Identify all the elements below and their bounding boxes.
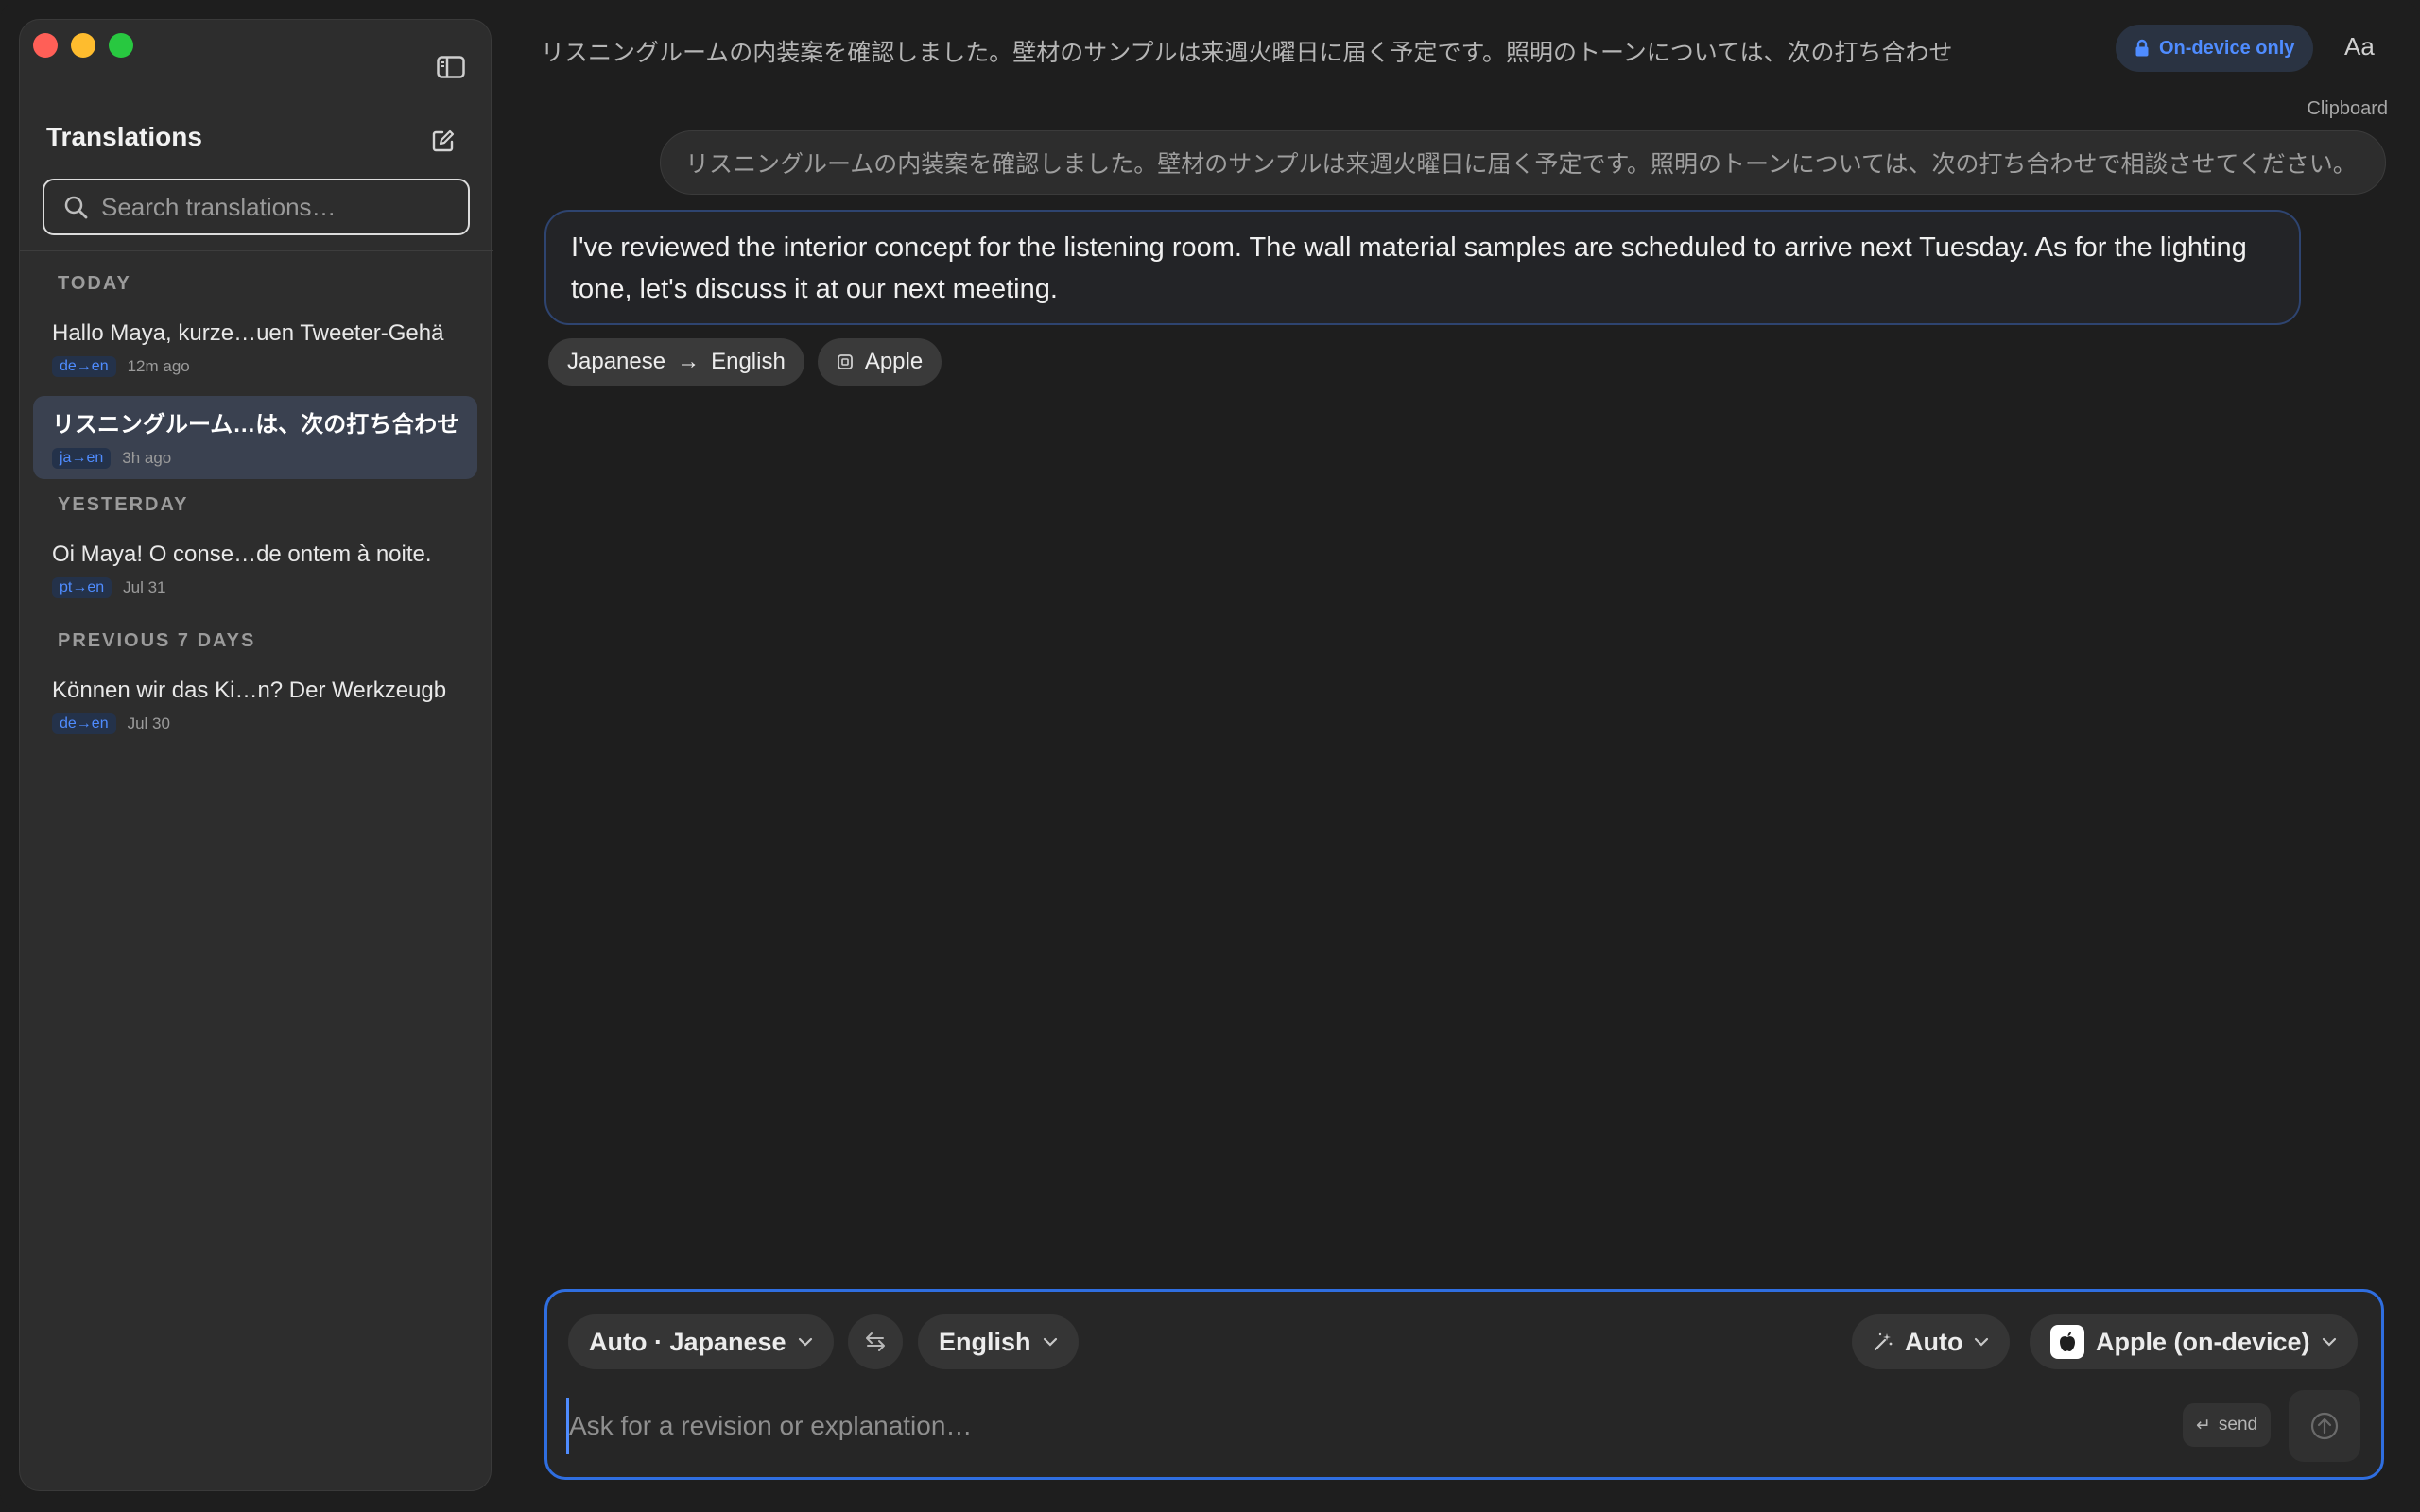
history-item-time: 12m ago [127, 357, 190, 375]
source-origin-label: Clipboard [2307, 98, 2388, 119]
search-icon [63, 195, 88, 219]
history-item-time: 3h ago [122, 449, 172, 467]
translation-bubble: I've reviewed the interior concept for t… [544, 210, 2301, 325]
on-device-only-label: On-device only [2159, 37, 2295, 59]
history-item[interactable]: Oi Maya! O conse…de ontem à noite. pt→en… [33, 532, 477, 615]
arrow-up-circle-icon [2309, 1411, 2340, 1441]
zoom-window-button[interactable] [109, 33, 133, 58]
send-shortcut-hint: ↵ send [2183, 1403, 2272, 1447]
language-pair-badge: ja→en [52, 448, 112, 469]
history-item-selected[interactable]: リスニングルーム…は、次の打ち合わせ ja→en 3h ago [33, 396, 477, 479]
chip-source-language: Japanese [567, 349, 666, 374]
source-language-dropdown[interactable]: Auto · Japanese [568, 1314, 834, 1369]
on-device-only-badge[interactable]: On-device only [2116, 25, 2314, 72]
history-item-title: Oi Maya! O conse…de ontem à noite. [52, 541, 432, 567]
return-key-icon: ↵ [2196, 1415, 2211, 1435]
search-field[interactable] [43, 179, 470, 235]
revision-input[interactable] [566, 1398, 2117, 1454]
conversation-title: リスニングルームの内装案を確認しました。壁材のサンプルは来週火曜日に届く予定です… [541, 40, 1953, 66]
sidebar-toggle-icon[interactable] [434, 52, 468, 82]
font-size-button[interactable]: Aa [2344, 32, 2375, 61]
close-window-button[interactable] [33, 33, 58, 58]
minimize-window-button[interactable] [71, 33, 95, 58]
composer: Auto · Japanese English Auto Apple (on-d… [544, 1289, 2384, 1480]
send-button[interactable] [2289, 1390, 2360, 1462]
chip-target-language: English [711, 349, 786, 374]
language-pair-badge: pt→en [52, 577, 112, 598]
app-window: Translations TODAY Hallo Maya, kurze…uen… [0, 0, 2420, 1512]
target-language-dropdown[interactable]: English [918, 1314, 1079, 1369]
history-item-title: リスニングルーム…は、次の打ち合わせ [52, 412, 460, 438]
language-pair-chip[interactable]: Japanese → English [548, 338, 804, 386]
new-translation-icon[interactable] [426, 124, 460, 158]
mode-label: Auto [1905, 1327, 1963, 1356]
engine-dropdown[interactable]: Apple (on-device) [2030, 1314, 2358, 1369]
history-item[interactable]: Können wir das Ki…n? Der Werkzeugb de→en… [33, 668, 477, 751]
sidebar-divider [20, 250, 493, 251]
engine-chip[interactable]: Apple [817, 338, 942, 386]
magic-wand-icon [1873, 1332, 1893, 1352]
source-language-label: Auto · Japanese [589, 1327, 786, 1356]
chevron-down-icon [1043, 1337, 1058, 1347]
language-pair-badge: de→en [52, 356, 116, 377]
history-item[interactable]: Hallo Maya, kurze…uen Tweeter-Gehä de→en… [33, 311, 477, 394]
translation-info-chips: Japanese → English Apple [548, 338, 942, 386]
window-controls [33, 33, 133, 58]
swap-arrows-icon [863, 1330, 888, 1354]
section-yesterday: YESTERDAY [58, 494, 189, 515]
chevron-down-icon [798, 1337, 813, 1347]
chevron-down-icon [2322, 1337, 2337, 1347]
language-pair-badge: de→en [52, 713, 116, 734]
send-hint-label: send [2218, 1415, 2258, 1435]
section-previous-7-days: PREVIOUS 7 DAYS [58, 630, 256, 651]
swap-languages-button[interactable] [848, 1314, 903, 1369]
history-item-title: Können wir das Ki…n? Der Werkzeugb [52, 678, 447, 703]
chip-engine-icon [837, 353, 854, 370]
history-item-time: Jul 30 [127, 714, 170, 732]
history-item-title: Hallo Maya, kurze…uen Tweeter-Gehä [52, 320, 444, 346]
sidebar-title: Translations [46, 122, 202, 151]
engine-label: Apple (on-device) [2096, 1327, 2310, 1356]
sidebar: Translations TODAY Hallo Maya, kurze…uen… [19, 19, 493, 1491]
history-item-time: Jul 31 [123, 578, 166, 596]
mode-dropdown[interactable]: Auto [1852, 1314, 2011, 1369]
chevron-down-icon [1974, 1337, 1989, 1347]
search-input[interactable] [101, 192, 441, 222]
chip-engine-label: Apple [864, 349, 924, 374]
target-language-label: English [939, 1327, 1031, 1356]
lock-icon [2135, 39, 2150, 58]
section-today: TODAY [58, 273, 131, 294]
apple-logo-icon [2050, 1325, 2084, 1359]
arrow-right-icon: → [677, 349, 700, 374]
source-text-bubble: リスニングルームの内装案を確認しました。壁材のサンプルは来週火曜日に届く予定です… [660, 130, 2386, 195]
